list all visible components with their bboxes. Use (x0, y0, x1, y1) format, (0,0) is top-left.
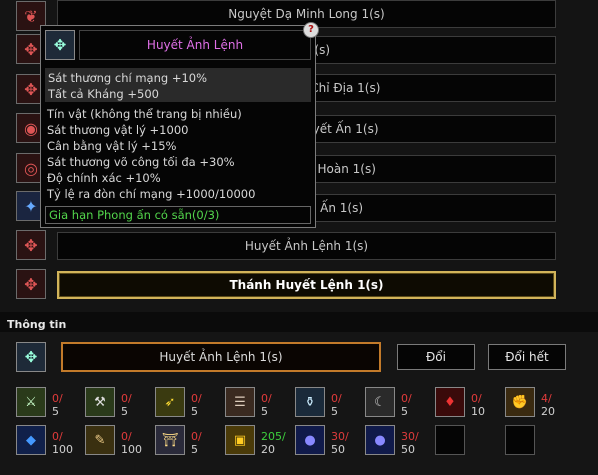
material-have: 0/ (191, 430, 202, 443)
material-count: 4/20 (541, 392, 555, 418)
material-need: 20 (261, 443, 275, 456)
material-have: 0/ (121, 430, 132, 443)
blue-gem-icon[interactable]: ◆ (16, 425, 46, 455)
tooltip-line: Tín vật (không thể trang bị nhiều) (47, 107, 242, 121)
item-tooltip: ✥ Huyết Ảnh Lệnh ? Sát thương chí mạng +… (40, 22, 319, 228)
info-section-title: Thông tin (7, 318, 67, 331)
material-need: 20 (541, 405, 555, 418)
tooltip-seal-extend: Gia hạn Phong ấn có sẵn(0/3) (45, 206, 311, 224)
red-token-icon: ✥ (16, 230, 46, 260)
axe-icon[interactable]: ⚒ (85, 387, 115, 417)
tooltip-bonus-box: Sát thương chí mạng +10% Tất cả Kháng +5… (45, 68, 311, 102)
tooltip-line: Tỷ lệ ra đòn chí mạng +1000/10000 (47, 187, 256, 201)
item-row-label[interactable]: Thánh Huyết Lệnh 1(s) (57, 271, 556, 299)
bow-icon[interactable]: ➶ (155, 387, 185, 417)
brush-icon[interactable]: ✎ (85, 425, 115, 455)
close-icon[interactable]: ? (303, 22, 319, 38)
tooltip-title: Huyết Ảnh Lệnh (79, 30, 311, 60)
claw-icon[interactable]: ☾ (365, 387, 395, 417)
vase-icon[interactable]: ⚱ (295, 387, 325, 417)
material-have: 30/ (401, 430, 419, 443)
material-have: 0/ (401, 392, 412, 405)
token-icon: ✥ (45, 30, 75, 60)
blue-orb-icon[interactable]: ● (365, 425, 395, 455)
tooltip-line: Độ chính xác +10% (47, 171, 161, 185)
material-have: 0/ (471, 392, 482, 405)
material-need: 50 (331, 443, 345, 456)
tooltip-line: Tất cả Kháng +500 (48, 87, 159, 101)
material-have: 0/ (52, 392, 63, 405)
exchange-button[interactable]: Đổi (397, 344, 475, 370)
material-count: 0/5 (121, 392, 132, 418)
material-need: 5 (401, 405, 408, 418)
item-row-label[interactable]: Huyết Ảnh Lệnh 1(s) (57, 232, 556, 260)
material-need: 5 (52, 405, 59, 418)
blue-orb-icon[interactable]: ● (295, 425, 325, 455)
material-have: 205/ (261, 430, 286, 443)
material-count: 0/5 (331, 392, 342, 418)
blood-drop-icon[interactable]: ♦ (435, 387, 465, 417)
material-count: 0/5 (401, 392, 412, 418)
material-need: 100 (121, 443, 142, 456)
material-need: 5 (331, 405, 338, 418)
material-have: 0/ (121, 392, 132, 405)
tooltip-line: Sát thương võ công tối đa +30% (47, 155, 235, 169)
material-count: 0/5 (52, 392, 63, 418)
tooltip-line: Cân bằng vật lý +15% (47, 139, 177, 153)
tooltip-line: Sát thương vật lý +1000 (47, 123, 189, 137)
material-need: 10 (471, 405, 485, 418)
gate-icon[interactable]: ⛩ (155, 425, 185, 455)
material-count: 0/5 (261, 392, 272, 418)
material-count: 0/100 (52, 430, 73, 456)
material-need: 5 (191, 405, 198, 418)
material-count: 0/5 (191, 430, 202, 456)
material-need: 50 (401, 443, 415, 456)
material-need: 5 (261, 405, 268, 418)
material-need: 5 (121, 405, 128, 418)
material-need: 100 (52, 443, 73, 456)
material-count: 205/20 (261, 430, 286, 456)
selected-item-name: Huyết Ảnh Lệnh 1(s) (61, 342, 381, 372)
material-have: 0/ (52, 430, 63, 443)
tooltip-line: Sát thương chí mạng +10% (48, 71, 208, 85)
scroll-icon[interactable]: ☰ (225, 387, 255, 417)
material-need: 5 (191, 443, 198, 456)
material-have: 0/ (191, 392, 202, 405)
empty-slot[interactable] (435, 425, 465, 455)
token-icon: ✥ (16, 342, 46, 372)
material-count: 0/100 (121, 430, 142, 456)
fist-icon[interactable]: ✊ (505, 387, 535, 417)
material-count: 30/50 (401, 430, 419, 456)
material-have: 4/ (541, 392, 552, 405)
material-count: 30/50 (331, 430, 349, 456)
material-have: 0/ (261, 392, 272, 405)
exchange-all-button[interactable]: Đổi hết (488, 344, 566, 370)
gold-box-icon[interactable]: ▣ (225, 425, 255, 455)
tooltip-stats: Tín vật (không thể trang bị nhiều) Sát t… (47, 106, 255, 202)
sword-icon[interactable]: ⚔ (16, 387, 46, 417)
red-token-icon: ✥ (16, 269, 46, 299)
material-have: 30/ (331, 430, 349, 443)
material-count: 0/5 (191, 392, 202, 418)
empty-slot[interactable] (505, 425, 535, 455)
material-count: 0/10 (471, 392, 485, 418)
material-have: 0/ (331, 392, 342, 405)
